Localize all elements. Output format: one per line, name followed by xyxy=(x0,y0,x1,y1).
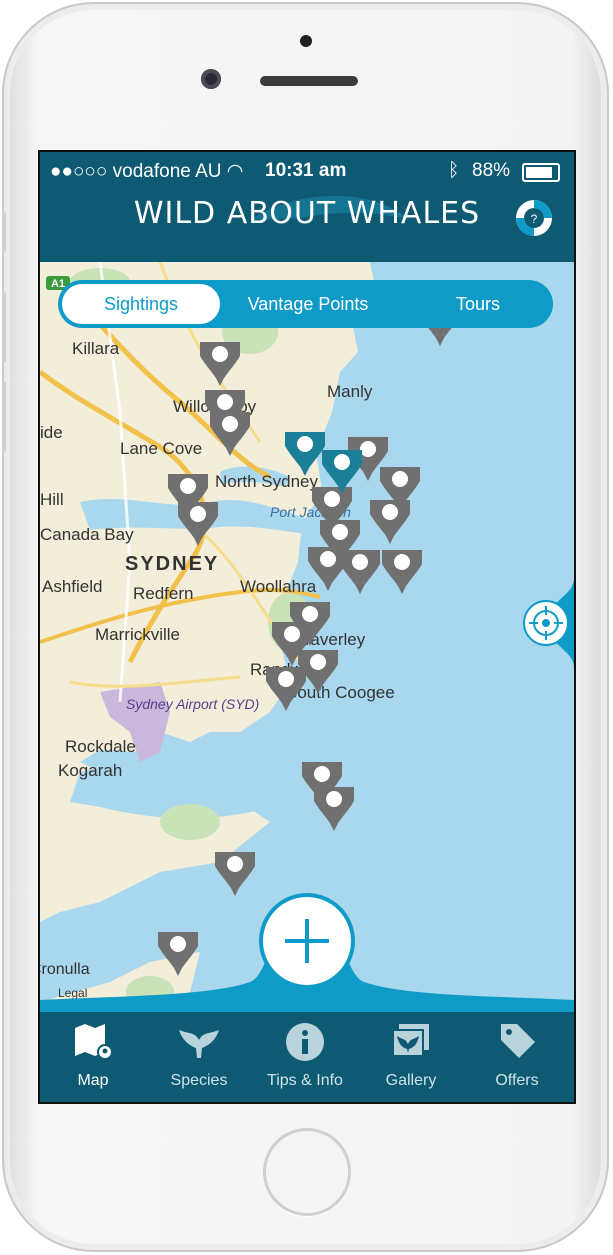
map-filter-tabs: Sightings Vantage Points Tours xyxy=(58,280,553,328)
nav-label: Gallery xyxy=(385,1072,437,1089)
header-bar: ●●○○○ vodafone AU ◠ 10:31 am ᛒ 88% WILD … xyxy=(40,152,574,262)
nav-species[interactable]: Species xyxy=(149,1012,249,1102)
add-sighting-button[interactable] xyxy=(263,897,351,985)
earpiece-speaker xyxy=(260,76,358,86)
map-label: Kogarah xyxy=(58,761,122,780)
home-button[interactable] xyxy=(263,1128,351,1216)
map-label: Rockdale xyxy=(65,737,136,756)
map-label: ide xyxy=(40,423,63,442)
nav-label: Species xyxy=(170,1072,228,1089)
map-label: SYDNEY xyxy=(125,553,219,575)
nav-tips-info[interactable]: Tips & Info xyxy=(255,1012,355,1102)
wifi-icon: ◠ xyxy=(226,161,244,182)
status-time: 10:31 am xyxy=(265,160,347,181)
map-label: Woollahra xyxy=(240,577,317,596)
map-label: Canada Bay xyxy=(40,525,134,544)
signal-strength-icon: ●●○○○ xyxy=(50,161,108,182)
whale-tail-icon xyxy=(179,1030,219,1058)
app-title: WILD ABOUT WHALES xyxy=(133,196,481,231)
battery-percentage: 88% xyxy=(472,160,511,181)
map-label: Marrickville xyxy=(95,625,180,644)
app-logo: WILD ABOUT WHALES xyxy=(40,195,574,231)
nav-map[interactable]: Map xyxy=(43,1012,143,1102)
battery-icon xyxy=(522,163,560,182)
gallery-icon xyxy=(392,1024,429,1057)
tab-tours[interactable]: Tours xyxy=(403,280,553,328)
map-label: Lane Cove xyxy=(120,439,202,458)
map-label: Ashfield xyxy=(42,577,102,596)
map-label: Redfern xyxy=(133,584,193,603)
nav-label: Tips & Info xyxy=(267,1072,343,1089)
carrier-label: ●●○○○ vodafone AU ◠ xyxy=(50,161,244,182)
svg-text:?: ? xyxy=(531,212,538,226)
proximity-sensor xyxy=(300,35,312,47)
map-label: North Sydney xyxy=(215,472,318,491)
volume-up-button xyxy=(2,292,6,362)
front-camera xyxy=(201,69,221,89)
map-label: Hill xyxy=(40,490,64,509)
volume-down-button xyxy=(2,382,6,452)
nav-gallery[interactable]: Gallery xyxy=(361,1012,461,1102)
bluetooth-icon: ᛒ xyxy=(448,160,460,181)
map-label: Manly xyxy=(327,382,373,401)
nav-offers[interactable]: Offers xyxy=(467,1012,567,1102)
map-label: Killara xyxy=(72,339,120,358)
map-icon xyxy=(75,1024,113,1060)
mute-switch xyxy=(2,212,6,252)
tab-bar: Map Species Tips & Info Gallery Offers xyxy=(40,1012,574,1102)
app-screen: A1 Killara Manly Lane Cove Willoughby No… xyxy=(40,152,574,1102)
tab-sightings[interactable]: Sightings xyxy=(62,284,220,324)
locate-me-button[interactable] xyxy=(518,578,574,668)
plus-icon xyxy=(285,919,329,963)
tab-vantage-points[interactable]: Vantage Points xyxy=(228,280,388,328)
tag-icon xyxy=(501,1024,535,1058)
nav-label: Offers xyxy=(495,1072,539,1089)
info-icon xyxy=(286,1023,324,1061)
status-bar: ●●○○○ vodafone AU ◠ 10:31 am ᛒ 88% xyxy=(40,152,574,188)
map-label: Sydney Airport (SYD) xyxy=(126,696,259,712)
help-lifebuoy-icon[interactable]: ? xyxy=(514,198,554,238)
nav-label: Map xyxy=(77,1072,109,1089)
